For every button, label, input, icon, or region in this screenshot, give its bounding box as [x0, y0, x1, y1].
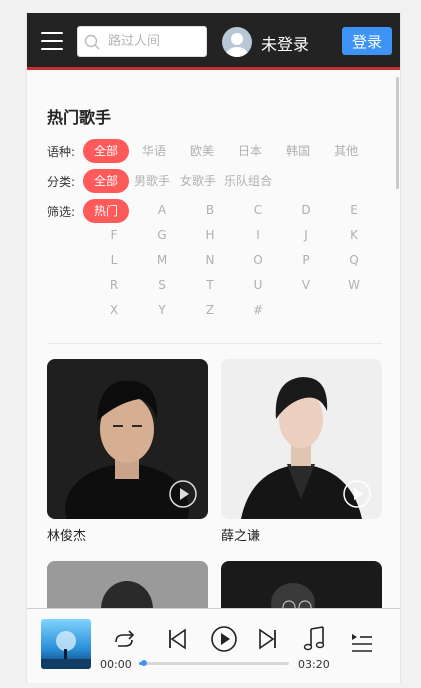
language-chip-all[interactable]: 全部 [83, 139, 130, 163]
letter-chip[interactable]: I [243, 228, 273, 242]
search-input[interactable] [108, 34, 198, 49]
letter-chip[interactable]: J [291, 228, 321, 242]
letter-chip[interactable]: Z [195, 303, 225, 317]
play-circle-icon[interactable] [342, 479, 372, 509]
letter-chip[interactable]: T [195, 278, 225, 292]
menu-icon[interactable] [41, 32, 63, 50]
progress-handle[interactable] [140, 660, 147, 666]
letter-chip[interactable]: Y [147, 303, 177, 317]
singer-cover[interactable] [221, 561, 382, 608]
scrollbar[interactable] [396, 77, 399, 189]
singer-card[interactable]: 林俊杰 [47, 359, 208, 544]
singer-name[interactable]: 林俊杰 [47, 525, 208, 544]
letter-chip[interactable]: S [147, 278, 177, 292]
avatar[interactable] [222, 27, 252, 57]
singer-cover[interactable] [47, 359, 208, 519]
letter-chip[interactable]: M [147, 253, 177, 267]
singer-cover[interactable] [47, 561, 208, 608]
lyrics-icon[interactable] [303, 626, 327, 652]
page-title: 热门歌手 [47, 108, 112, 127]
language-chip[interactable]: 华语 [131, 139, 177, 163]
letter-chip[interactable]: X [99, 303, 129, 317]
category-chip[interactable]: 男歌手 [129, 169, 175, 193]
letter-chip[interactable]: B [195, 203, 225, 217]
filter-label: 筛选: [47, 204, 76, 219]
letter-chip[interactable]: C [243, 203, 273, 217]
divider [47, 343, 382, 344]
singer-card[interactable] [47, 561, 208, 608]
singer-list-page[interactable]: 热门歌手 语种: 全部 华语 欧美 日本 韩国 其他 分类: 全部 男歌手 女歌… [27, 73, 400, 608]
letter-chip[interactable]: N [195, 253, 225, 267]
category-filter: 分类: 全部 男歌手 女歌手 乐队组合 [47, 169, 275, 193]
total-time: 03:20 [298, 658, 330, 671]
search-icon [84, 34, 100, 50]
singer-card[interactable] [221, 561, 382, 608]
current-time: 00:00 [100, 658, 132, 671]
letter-chip[interactable]: U [243, 278, 273, 292]
category-chip-all[interactable]: 全部 [83, 169, 130, 193]
category-chip[interactable]: 乐队组合 [221, 169, 275, 193]
language-label: 语种: [47, 144, 76, 159]
letter-chip[interactable]: P [291, 253, 321, 267]
play-circle-icon[interactable] [168, 479, 198, 509]
search-box[interactable] [77, 26, 207, 57]
letter-chip[interactable]: A [147, 203, 177, 217]
language-filter: 语种: 全部 华语 欧美 日本 韩国 其他 [47, 139, 369, 163]
language-chip[interactable]: 韩国 [275, 139, 321, 163]
letter-chip[interactable]: # [243, 303, 273, 317]
letter-chip[interactable]: K [339, 228, 369, 242]
letter-chip[interactable]: O [243, 253, 273, 267]
letter-chip[interactable]: V [291, 278, 321, 292]
singer-cover[interactable] [221, 359, 382, 519]
letter-chip[interactable]: E [339, 203, 369, 217]
language-chip[interactable]: 日本 [227, 139, 273, 163]
progress-bar[interactable] [139, 660, 289, 666]
previous-icon[interactable] [167, 628, 187, 650]
top-bar: 未登录 登录 [27, 13, 400, 70]
letter-chip[interactable]: H [195, 228, 225, 242]
letter-chip[interactable]: W [339, 278, 369, 292]
letter-chip[interactable]: D [291, 203, 321, 217]
language-chip[interactable]: 欧美 [179, 139, 225, 163]
letter-chip[interactable]: G [147, 228, 177, 242]
loop-icon[interactable] [112, 629, 136, 651]
music-player-bar: 00:00 03:20 [27, 608, 400, 683]
play-icon[interactable] [210, 625, 238, 653]
letter-chip[interactable]: Q [339, 253, 369, 267]
language-chip[interactable]: 其他 [323, 139, 369, 163]
letter-chip-hot[interactable]: 热门 [83, 199, 130, 223]
album-art[interactable] [41, 619, 91, 669]
singer-name[interactable]: 薛之谦 [221, 525, 382, 544]
login-button[interactable]: 登录 [342, 27, 392, 55]
username-label[interactable]: 未登录 [261, 31, 309, 55]
playlist-icon[interactable] [351, 633, 373, 653]
singer-card[interactable]: 薛之谦 [221, 359, 382, 544]
category-label: 分类: [47, 174, 76, 189]
letter-filter: 筛选: 热门 [47, 199, 130, 223]
category-chip[interactable]: 女歌手 [175, 169, 221, 193]
letter-chip[interactable]: L [99, 253, 129, 267]
letter-chip[interactable]: R [99, 278, 129, 292]
app-window: 未登录 登录 热门歌手 语种: 全部 华语 欧美 日本 韩国 其他 分类: 全部… [26, 13, 401, 683]
next-icon[interactable] [258, 628, 278, 650]
letter-chip[interactable]: F [99, 228, 129, 242]
